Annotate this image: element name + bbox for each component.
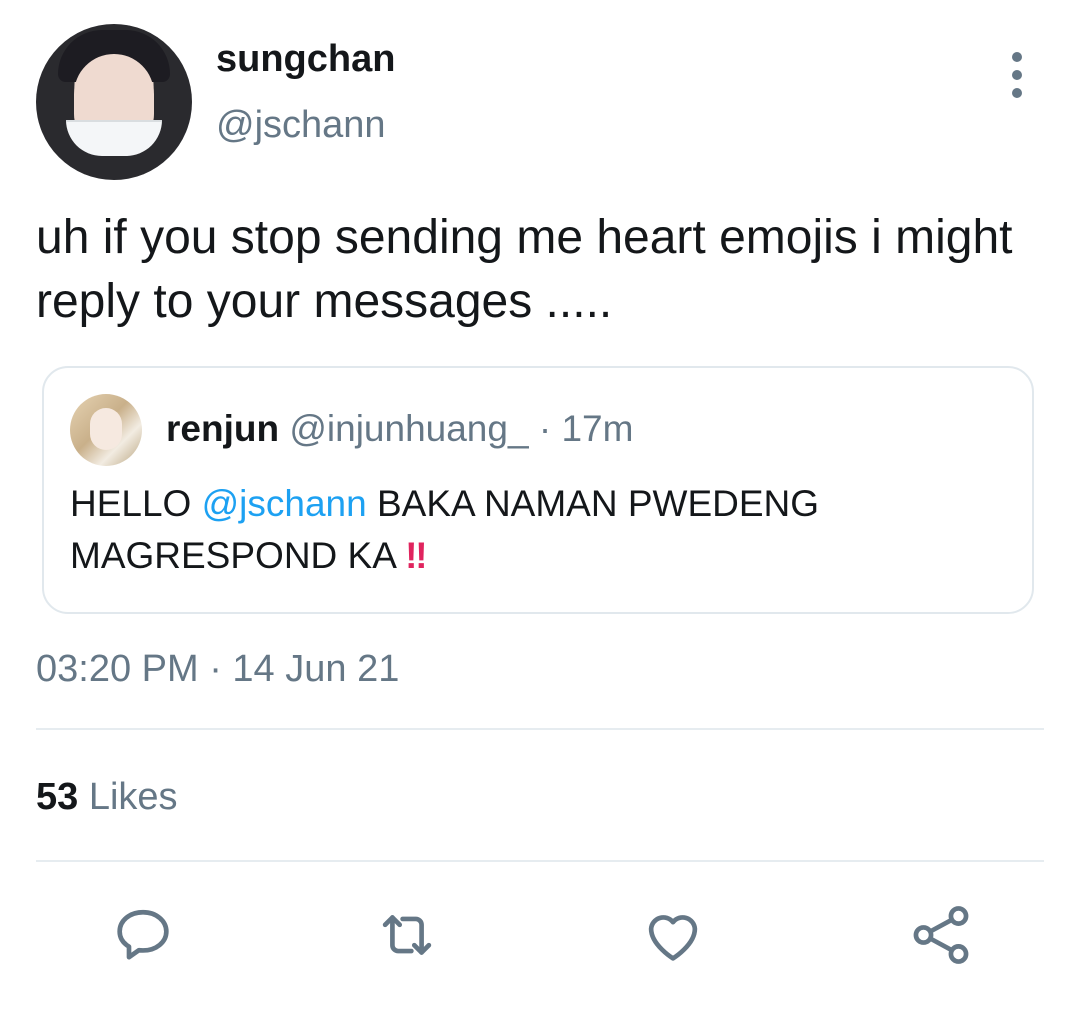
like-icon[interactable] bbox=[638, 900, 708, 970]
quoted-tweet-text: HELLO @jschann BAKA NAMAN PWEDENG MAGRES… bbox=[70, 478, 1000, 582]
author-display-name[interactable]: sungchan bbox=[216, 38, 395, 81]
quoted-tweet-card[interactable]: renjun @injunhuang_ · 17m HELLO @jschann… bbox=[42, 366, 1034, 614]
divider bbox=[36, 860, 1044, 862]
divider bbox=[36, 728, 1044, 730]
likes-number: 53 bbox=[36, 776, 79, 818]
reply-icon[interactable] bbox=[108, 900, 178, 970]
quoted-time: 17m bbox=[561, 408, 634, 449]
quoted-avatar-face bbox=[90, 408, 122, 450]
quoted-display-name[interactable]: renjun bbox=[166, 408, 279, 449]
likes-count[interactable]: 53 Likes bbox=[36, 776, 178, 819]
quoted-tweet-header: renjun @injunhuang_ · 17m bbox=[166, 408, 633, 450]
more-dot bbox=[1012, 52, 1022, 62]
quoted-handle[interactable]: @injunhuang_ bbox=[289, 408, 528, 449]
quoted-mention-link[interactable]: @jschann bbox=[202, 483, 367, 524]
retweet-icon[interactable] bbox=[372, 900, 442, 970]
quoted-text-prefix: HELLO bbox=[70, 483, 202, 524]
author-handle[interactable]: @jschann bbox=[216, 104, 386, 147]
double-exclamation-emoji: ‼ bbox=[405, 535, 427, 576]
more-dot bbox=[1012, 70, 1022, 80]
author-avatar[interactable] bbox=[36, 24, 192, 180]
quoted-separator: · bbox=[538, 408, 552, 449]
tweet-text: uh if you stop sending me heart emojis i… bbox=[36, 211, 1013, 328]
tweet-timestamp[interactable]: 03:20 PM · 14 Jun 21 bbox=[36, 648, 399, 691]
share-icon[interactable] bbox=[906, 900, 976, 970]
quoted-author-avatar[interactable] bbox=[70, 394, 142, 466]
likes-label: Likes bbox=[88, 776, 178, 818]
avatar-mask bbox=[66, 120, 162, 156]
more-options-icon[interactable] bbox=[1000, 52, 1034, 98]
more-dot bbox=[1012, 88, 1022, 98]
